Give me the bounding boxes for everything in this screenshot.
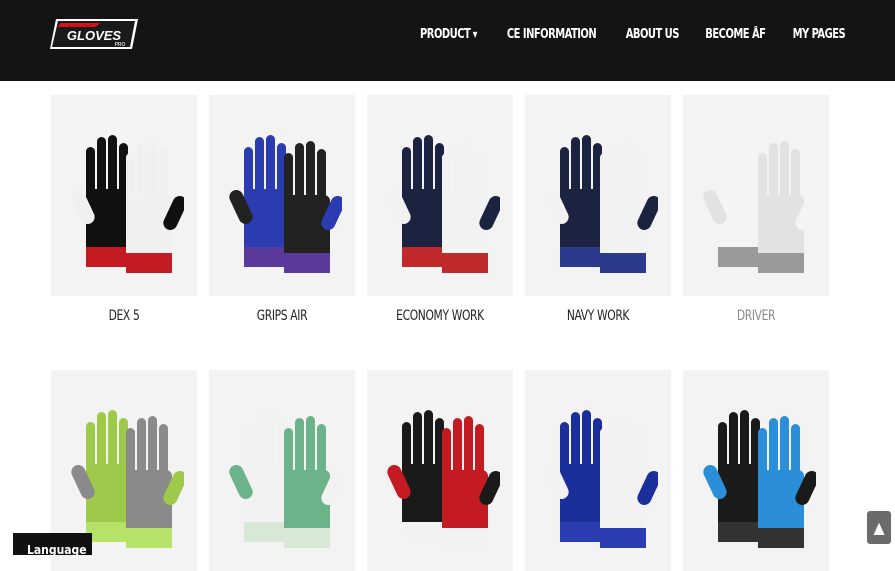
product-image[interactable]: [51, 95, 197, 296]
nav-ce-information[interactable]: CE INFORMATION: [506, 26, 597, 42]
glove-image-icon: [387, 134, 500, 273]
product-name[interactable]: DEX 5: [62, 308, 186, 324]
nav-product[interactable]: PRODUCT ▼: [420, 27, 477, 42]
product-name[interactable]: DRIVER: [694, 308, 818, 324]
product-image[interactable]: [683, 370, 829, 571]
product-name[interactable]: ECONOMY WORK: [378, 308, 502, 324]
product-card[interactable]: NAVY WORK: [525, 95, 671, 324]
glove-image-icon: [387, 409, 500, 548]
brand-logo[interactable]: GLOVES PRO: [50, 17, 138, 51]
nav-product-label: PRODUCT: [419, 26, 471, 42]
product-card[interactable]: [209, 370, 355, 571]
nav-ce-information-label: CE INFORMATION: [506, 26, 597, 42]
glove-image-icon: [703, 134, 816, 273]
product-card[interactable]: [683, 370, 829, 571]
glove-image-icon: [71, 134, 184, 273]
glove-image-icon: [229, 134, 342, 273]
product-card[interactable]: DRIVER: [683, 95, 829, 324]
product-name[interactable]: GRIPS AIR: [220, 308, 344, 324]
product-image[interactable]: [525, 95, 671, 296]
nav-my-pages-label: MY PAGES: [792, 26, 846, 42]
gloves-pro-logo-icon: GLOVES PRO: [50, 19, 138, 49]
product-name[interactable]: NAVY WORK: [536, 308, 660, 324]
nav-about-us[interactable]: ABOUT US: [625, 26, 680, 42]
product-image[interactable]: [525, 370, 671, 571]
main-nav: PRODUCT ▼ CE INFORMATION ABOUT US BECOME…: [415, 24, 850, 44]
svg-text:PRO: PRO: [115, 42, 126, 48]
nav-my-pages[interactable]: MY PAGES: [793, 27, 846, 42]
nav-become-af-label: BECOME ÅF: [705, 26, 767, 42]
nav-become-af[interactable]: BECOME ÅF: [705, 26, 767, 42]
site-header: GLOVES PRO PRODUCT ▼ CE INFORMATION ABOU…: [0, 0, 895, 81]
product-card[interactable]: [525, 370, 671, 571]
chevron-down-icon: ▼: [472, 29, 478, 39]
product-card[interactable]: ECONOMY WORK: [367, 95, 513, 324]
product-image[interactable]: [367, 95, 513, 296]
product-card[interactable]: DEX 5: [51, 95, 197, 324]
glove-image-icon: [229, 409, 342, 548]
svg-text:GLOVES: GLOVES: [67, 28, 122, 43]
product-card[interactable]: GRIPS AIR: [209, 95, 355, 324]
product-image[interactable]: [209, 95, 355, 296]
glove-image-icon: [71, 409, 184, 548]
product-image[interactable]: [683, 95, 829, 296]
product-image[interactable]: [209, 370, 355, 571]
arrow-up-icon: ▲: [873, 518, 885, 537]
glove-image-icon: [703, 409, 816, 548]
product-image[interactable]: [367, 370, 513, 571]
glove-image-icon: [545, 409, 658, 548]
product-card[interactable]: [367, 370, 513, 571]
nav-about-us-label: ABOUT US: [625, 26, 680, 42]
language-label: Language: [27, 543, 87, 557]
glove-image-icon: [545, 134, 658, 273]
scroll-to-top-button[interactable]: ▲: [867, 511, 891, 544]
